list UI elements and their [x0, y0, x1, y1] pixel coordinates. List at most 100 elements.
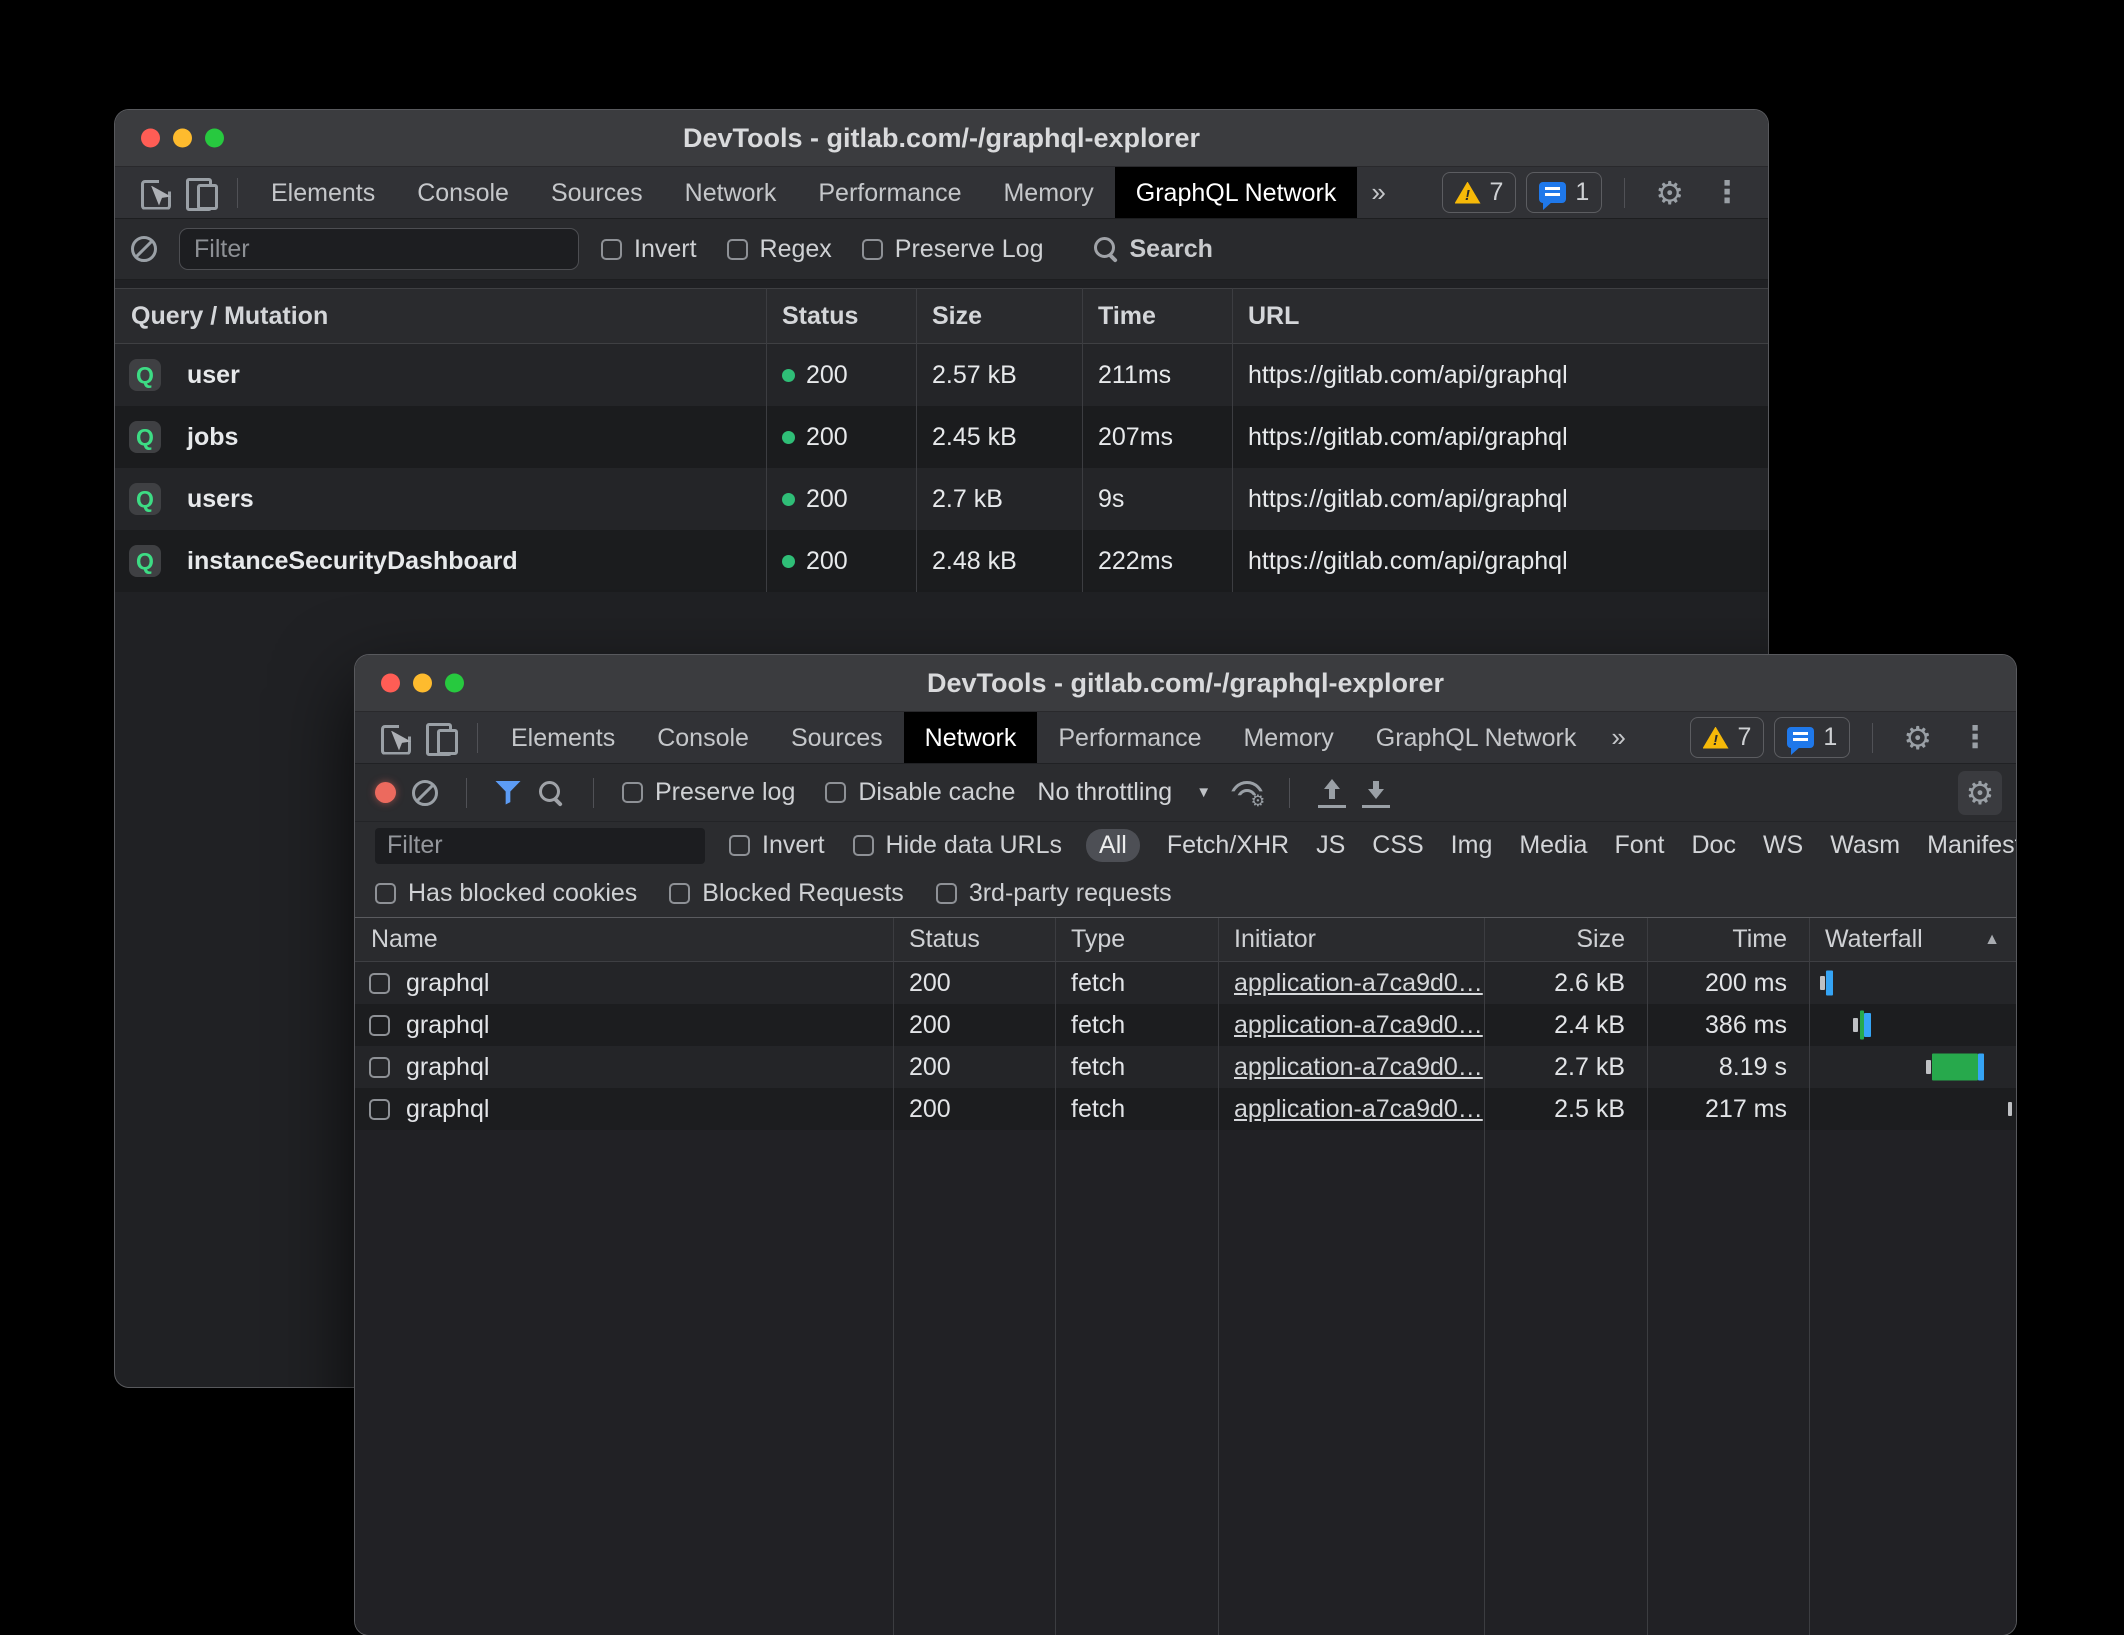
network-filter-input[interactable] — [375, 828, 705, 864]
export-har-icon[interactable] — [1362, 778, 1390, 808]
devtools-tab[interactable]: Sources — [530, 167, 664, 218]
initiator-link[interactable]: application-a7ca9d0… — [1234, 1053, 1483, 1081]
column-header-initiator[interactable]: Initiator — [1218, 925, 1484, 954]
resource-type-chip[interactable]: WS — [1763, 831, 1803, 860]
toolbar-option-checkbox[interactable]: Preserve log — [622, 778, 795, 807]
more-tabs-button[interactable]: » — [1357, 177, 1399, 208]
devtools-tab[interactable]: Network — [904, 712, 1038, 763]
devtools-tab[interactable]: Console — [636, 712, 770, 763]
devtools-tab[interactable]: GraphQL Network — [1115, 167, 1358, 218]
devtools-tab[interactable]: Network — [664, 167, 798, 218]
request-filter-checkbox[interactable]: Has blocked cookies — [375, 879, 637, 908]
throttling-dropdown[interactable]: No throttling ▼ — [1037, 778, 1211, 807]
row-checkbox[interactable] — [369, 1015, 390, 1036]
column-header-size[interactable]: Size — [1484, 925, 1647, 954]
request-filter-checkbox[interactable]: 3rd-party requests — [936, 879, 1172, 908]
warnings-badge[interactable]: 7 — [1442, 172, 1517, 213]
settings-gear-icon[interactable]: ⚙ — [1895, 722, 1940, 754]
column-header-size[interactable]: Size — [916, 302, 1082, 331]
resource-type-chip[interactable]: Media — [1519, 831, 1587, 860]
column-divider — [1809, 918, 1810, 1635]
row-checkbox[interactable] — [369, 1099, 390, 1120]
inspect-element-icon[interactable] — [139, 176, 173, 210]
filter-option-checkbox[interactable]: Invert — [601, 235, 697, 264]
column-header-waterfall[interactable]: Waterfall ▲ — [1809, 925, 2016, 954]
message-bubble-icon — [1787, 727, 1814, 748]
graphql-request-row[interactable]: Q instanceSecurityDashboard 200 2.48 kB … — [115, 530, 1768, 592]
network-request-row[interactable]: graphql 200 fetch application-a7ca9d0… 2… — [355, 962, 2016, 1004]
inspect-element-icon[interactable] — [379, 721, 413, 755]
issues-badge[interactable]: 1 — [1774, 717, 1850, 758]
devtools-tab[interactable]: Console — [396, 167, 530, 218]
checkbox-icon — [825, 782, 846, 803]
graphql-request-row[interactable]: Q user 200 2.57 kB 211ms https://gitlab.… — [115, 344, 1768, 406]
more-tabs-button[interactable]: » — [1597, 722, 1639, 753]
initiator-link[interactable]: application-a7ca9d0… — [1234, 1011, 1483, 1039]
initiator-link[interactable]: application-a7ca9d0… — [1234, 969, 1483, 997]
column-header-status[interactable]: Status — [766, 302, 916, 331]
request-url: https://gitlab.com/api/graphql — [1232, 361, 1768, 390]
panel-search-button[interactable]: Search — [1092, 235, 1213, 264]
query-name: user — [187, 361, 240, 390]
column-header-query-mutation[interactable]: Query / Mutation — [115, 302, 766, 331]
devtools-tab[interactable]: Performance — [797, 167, 982, 218]
window-titlebar[interactable]: DevTools - gitlab.com/-/graphql-explorer — [355, 655, 2016, 711]
resource-type-chip[interactable]: Fetch/XHR — [1167, 831, 1289, 860]
devtools-tab[interactable]: Performance — [1037, 712, 1222, 763]
graphql-request-row[interactable]: Q users 200 2.7 kB 9s https://gitlab.com… — [115, 468, 1768, 530]
network-request-row[interactable]: graphql 200 fetch application-a7ca9d0… 2… — [355, 1046, 2016, 1088]
clear-network-log-icon[interactable] — [412, 780, 438, 806]
initiator-link[interactable]: application-a7ca9d0… — [1234, 1095, 1483, 1123]
devtools-tab[interactable]: Memory — [1222, 712, 1354, 763]
row-checkbox[interactable] — [369, 973, 390, 994]
request-filter-checkbox[interactable]: Blocked Requests — [669, 879, 904, 908]
resource-type-chip[interactable]: Img — [1451, 831, 1493, 860]
response-size: 2.6 kB — [1484, 969, 1647, 998]
filter-option-checkbox[interactable]: Hide data URLs — [853, 831, 1062, 860]
resource-type-chip[interactable]: JS — [1316, 831, 1345, 860]
response-time: 207ms — [1082, 423, 1232, 452]
issues-badge[interactable]: 1 — [1526, 172, 1602, 213]
network-request-row[interactable]: graphql 200 fetch application-a7ca9d0… 2… — [355, 1088, 2016, 1130]
search-icon[interactable] — [537, 779, 565, 807]
column-header-status[interactable]: Status — [893, 925, 1055, 954]
devtools-tab[interactable]: Elements — [490, 712, 636, 763]
resource-type-chip[interactable]: Font — [1614, 831, 1664, 860]
graphql-request-row[interactable]: Q jobs 200 2.45 kB 207ms https://gitlab.… — [115, 406, 1768, 468]
device-toolbar-icon[interactable] — [185, 176, 219, 210]
resource-type-chip[interactable]: Wasm — [1830, 831, 1900, 860]
network-request-row[interactable]: graphql 200 fetch application-a7ca9d0… 2… — [355, 1004, 2016, 1046]
record-network-log-button[interactable] — [375, 782, 396, 803]
filter-option-checkbox[interactable]: Invert — [729, 831, 825, 860]
devtools-tab[interactable]: GraphQL Network — [1355, 712, 1598, 763]
window-titlebar[interactable]: DevTools - gitlab.com/-/graphql-explorer — [115, 110, 1768, 166]
graphql-filter-input[interactable] — [179, 228, 579, 270]
devtools-tab[interactable]: Sources — [770, 712, 904, 763]
row-checkbox[interactable] — [369, 1057, 390, 1078]
column-header-name[interactable]: Name — [355, 925, 893, 954]
column-header-time[interactable]: Time — [1647, 925, 1809, 954]
filter-option-checkbox[interactable]: Regex — [727, 235, 832, 264]
resource-type-chip[interactable]: Doc — [1691, 831, 1735, 860]
network-settings-button[interactable]: ⚙ — [1958, 771, 2002, 815]
network-conditions-icon[interactable]: ⚙ — [1227, 779, 1261, 807]
device-toolbar-icon[interactable] — [425, 721, 459, 755]
filter-funnel-icon[interactable] — [495, 781, 521, 805]
warnings-badge[interactable]: 7 — [1690, 717, 1765, 758]
devtools-tab[interactable]: Memory — [982, 167, 1114, 218]
column-header-time[interactable]: Time — [1082, 302, 1232, 331]
menu-dots-icon[interactable]: ⋮ — [1702, 178, 1752, 208]
toolbar-option-checkbox[interactable]: Disable cache — [825, 778, 1015, 807]
menu-dots-icon[interactable]: ⋮ — [1950, 723, 2000, 753]
column-header-type[interactable]: Type — [1055, 925, 1218, 954]
settings-gear-icon[interactable]: ⚙ — [1647, 177, 1692, 209]
clear-icon[interactable] — [131, 236, 157, 262]
resource-type-chip[interactable]: All — [1086, 829, 1140, 862]
resource-type-chip[interactable]: CSS — [1372, 831, 1423, 860]
column-header-url[interactable]: URL — [1232, 302, 1768, 331]
devtools-tab[interactable]: Elements — [250, 167, 396, 218]
resource-type-chip[interactable]: Manifest — [1927, 831, 2016, 860]
import-har-icon[interactable] — [1318, 778, 1346, 808]
filter-option-checkbox[interactable]: Preserve Log — [862, 235, 1044, 264]
waterfall-bar-green — [1932, 1054, 1978, 1081]
